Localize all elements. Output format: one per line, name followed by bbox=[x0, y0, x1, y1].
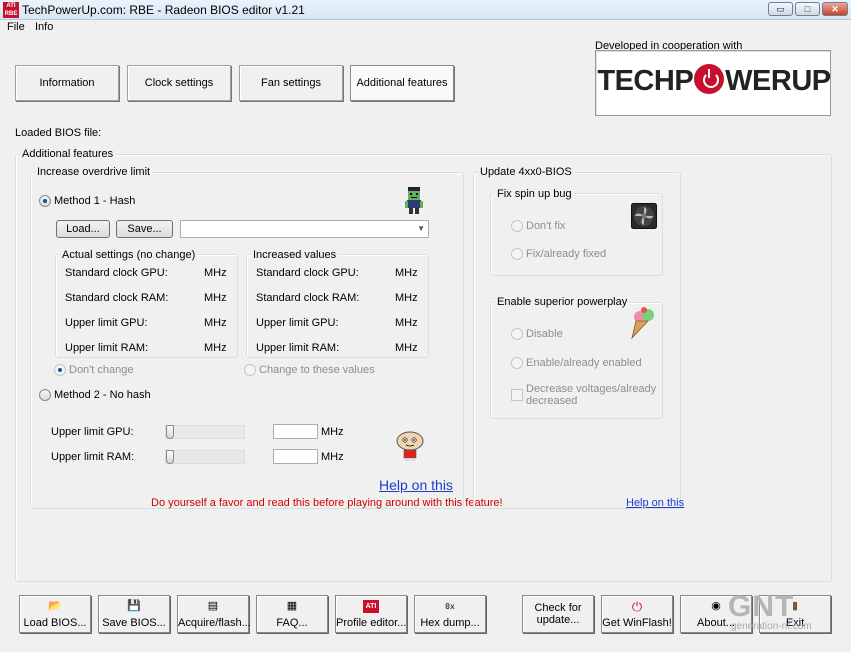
hash-combo[interactable]: ▼ bbox=[180, 220, 429, 238]
overdrive-warning: Do yourself a favor and read this before… bbox=[151, 497, 503, 509]
update-4xx0-title: Update 4xx0-BIOS bbox=[478, 166, 574, 178]
fix-spin-title: Fix spin up bug bbox=[495, 188, 574, 200]
inc-upper-gpu-label: Upper limit GPU: bbox=[256, 317, 339, 329]
disable-label[interactable]: Disable bbox=[526, 328, 563, 340]
change-to-radio[interactable] bbox=[244, 364, 256, 376]
dont-change-radio[interactable] bbox=[54, 364, 66, 376]
gpu-slider-thumb[interactable] bbox=[166, 425, 174, 439]
inc-upper-ram-unit: MHz bbox=[395, 342, 418, 354]
fan-icon bbox=[631, 203, 657, 229]
change-to-label[interactable]: Change to these values bbox=[259, 364, 375, 376]
hex-dump-button[interactable]: 0x Hex dump... bbox=[414, 595, 486, 633]
get-winflash-button[interactable]: ⏻ Get WinFlash! bbox=[601, 595, 673, 633]
power-icon bbox=[694, 64, 725, 95]
additional-features-title: Additional features bbox=[20, 148, 116, 160]
overdrive-title: Increase overdrive limit bbox=[35, 166, 153, 178]
actual-std-gpu-unit: MHz bbox=[204, 267, 227, 279]
dont-fix-label[interactable]: Don't fix bbox=[526, 220, 565, 232]
tab-information[interactable]: Information bbox=[15, 65, 119, 101]
gnt-watermark: GNT bbox=[728, 590, 795, 623]
stewie-icon bbox=[396, 431, 424, 461]
inc-upper-ram-label: Upper limit RAM: bbox=[256, 342, 340, 354]
save-bios-button[interactable]: 💾 Save BIOS... bbox=[98, 595, 170, 633]
chip-icon: ▤ bbox=[207, 600, 219, 612]
tab-clock-settings[interactable]: Clock settings bbox=[127, 65, 231, 101]
load-hash-button[interactable]: Load... bbox=[56, 220, 110, 238]
ram-slider-thumb[interactable] bbox=[166, 450, 174, 464]
actual-upper-ram-unit: MHz bbox=[204, 342, 227, 354]
acquire-flash-button[interactable]: ▤ Acquire/flash... bbox=[177, 595, 251, 633]
power-icon: ⏻ bbox=[631, 599, 643, 614]
method2-label[interactable]: Method 2 - No hash bbox=[54, 389, 151, 401]
gpu-limit-slider[interactable] bbox=[165, 425, 245, 439]
dont-fix-radio[interactable] bbox=[511, 220, 523, 232]
app-icon: ATI RBE bbox=[3, 2, 19, 18]
decrease-voltages-label-1[interactable]: Decrease voltages/already bbox=[526, 383, 656, 395]
tab-fan-settings[interactable]: Fan settings bbox=[239, 65, 343, 101]
actual-std-ram-unit: MHz bbox=[204, 292, 227, 304]
menu-file[interactable]: File bbox=[7, 21, 25, 33]
maximize-button[interactable]: □ bbox=[795, 2, 820, 16]
inc-upper-gpu-unit: MHz bbox=[395, 317, 418, 329]
inc-std-ram-unit: MHz bbox=[395, 292, 418, 304]
actual-std-ram-label: Standard clock RAM: bbox=[65, 292, 169, 304]
enable-label[interactable]: Enable/already enabled bbox=[526, 357, 642, 369]
ram-limit-input[interactable] bbox=[273, 449, 318, 464]
chevron-down-icon: ▼ bbox=[417, 224, 425, 233]
minimize-button[interactable]: ▭ bbox=[768, 2, 793, 16]
logo-wordmark: TECHP WERUP bbox=[597, 64, 831, 97]
inc-std-gpu-unit: MHz bbox=[395, 267, 418, 279]
frankenstein-icon bbox=[405, 187, 423, 214]
update-help-link[interactable]: Help on this bbox=[626, 497, 684, 509]
ati-logo-icon: ATI bbox=[363, 600, 379, 613]
save-hash-button[interactable]: Save... bbox=[116, 220, 173, 238]
actual-upper-gpu-unit: MHz bbox=[204, 317, 227, 329]
dont-change-label[interactable]: Don't change bbox=[69, 364, 133, 376]
window-title: TechPowerUp.com: RBE - Radeon BIOS edito… bbox=[22, 3, 305, 17]
method2-radio[interactable] bbox=[39, 389, 51, 401]
menu-bar bbox=[0, 20, 851, 36]
ram-limit-slider[interactable] bbox=[165, 450, 245, 464]
open-folder-icon: 📂 bbox=[48, 600, 62, 612]
increased-values-title: Increased values bbox=[251, 249, 339, 261]
disable-radio[interactable] bbox=[511, 328, 523, 340]
method1-label[interactable]: Method 1 - Hash bbox=[54, 195, 135, 207]
fix-already-radio[interactable] bbox=[511, 248, 523, 260]
actual-upper-gpu-label: Upper limit GPU: bbox=[65, 317, 148, 329]
decrease-voltages-checkbox[interactable] bbox=[511, 389, 523, 401]
fix-already-label[interactable]: Fix/already fixed bbox=[526, 248, 606, 260]
ram-limit-unit: MHz bbox=[321, 451, 344, 463]
m2-ram-label: Upper limit RAM: bbox=[51, 451, 135, 463]
faq-button[interactable]: ▦ FAQ... bbox=[256, 595, 328, 633]
menu-info[interactable]: Info bbox=[35, 21, 53, 33]
load-bios-button[interactable]: 📂 Load BIOS... bbox=[19, 595, 91, 633]
actual-std-gpu-label: Standard clock GPU: bbox=[65, 267, 168, 279]
profile-editor-button[interactable]: ATI Profile editor... bbox=[335, 595, 407, 633]
inc-std-ram-label: Standard clock RAM: bbox=[256, 292, 360, 304]
loaded-bios-label: Loaded BIOS file: bbox=[15, 127, 102, 139]
info-icon: ◉ bbox=[711, 600, 721, 612]
floppy-disk-icon: 💾 bbox=[127, 600, 141, 612]
powerplay-title: Enable superior powerplay bbox=[495, 296, 630, 308]
inc-std-gpu-label: Standard clock GPU: bbox=[256, 267, 359, 279]
close-button[interactable]: ✕ bbox=[822, 2, 848, 16]
m2-gpu-label: Upper limit GPU: bbox=[51, 426, 134, 438]
check-update-button[interactable]: Check for update... bbox=[522, 595, 594, 633]
actual-upper-ram-label: Upper limit RAM: bbox=[65, 342, 149, 354]
gnt-watermark-sub: generation-nt.com bbox=[731, 621, 812, 632]
ice-cream-icon bbox=[631, 307, 654, 339]
decrease-voltages-label-2[interactable]: decreased bbox=[526, 395, 577, 407]
document-icon: ▦ bbox=[286, 600, 298, 612]
techpowerup-logo[interactable]: TECHP WERUP bbox=[595, 50, 831, 116]
tab-additional-features[interactable]: Additional features bbox=[350, 65, 454, 101]
method1-radio[interactable] bbox=[39, 195, 51, 207]
hex-icon: 0x bbox=[445, 602, 455, 611]
gpu-limit-unit: MHz bbox=[321, 426, 344, 438]
gpu-limit-input[interactable] bbox=[273, 424, 318, 439]
enable-radio[interactable] bbox=[511, 357, 523, 369]
actual-settings-title: Actual settings (no change) bbox=[60, 249, 198, 261]
overdrive-help-link[interactable]: Help on this bbox=[379, 477, 453, 493]
